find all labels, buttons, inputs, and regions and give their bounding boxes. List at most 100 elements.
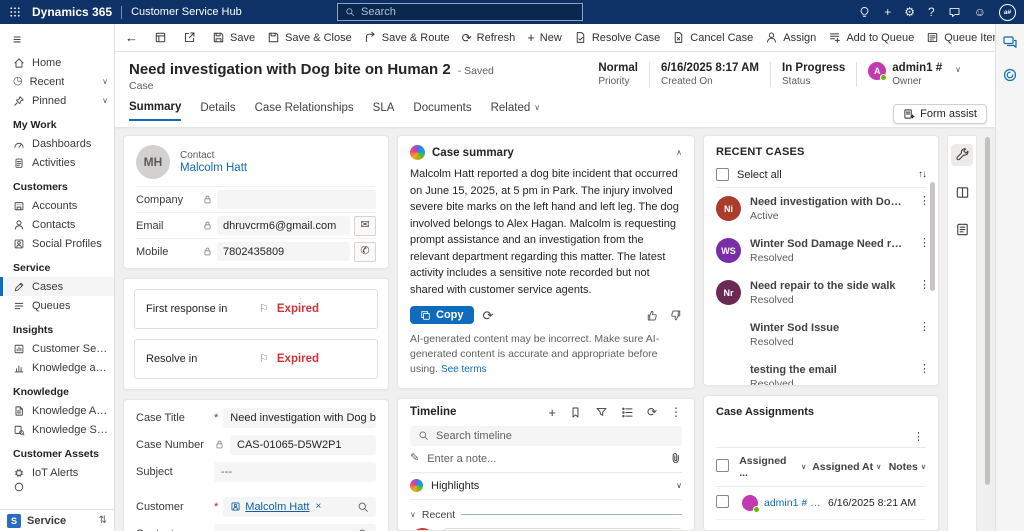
more-icon[interactable]: ⋮: [919, 322, 930, 333]
search-icon[interactable]: [357, 528, 369, 531]
waffle-menu-icon[interactable]: [0, 6, 30, 18]
case-number-input[interactable]: CAS-01065-D5W2P1: [230, 434, 376, 455]
global-search-input[interactable]: Search: [337, 3, 583, 21]
page-scrollbar[interactable]: [985, 135, 991, 531]
area-switcher[interactable]: S Service ⇅: [0, 509, 114, 531]
hamburger-menu-icon[interactable]: ≡: [0, 24, 114, 53]
sort-icon[interactable]: ↑↓: [918, 169, 927, 180]
feedback-chat-icon[interactable]: [948, 6, 961, 19]
sidebar-item-queues[interactable]: Queues: [0, 296, 114, 315]
refresh-icon[interactable]: ⟳: [647, 406, 657, 418]
sidebar-item-home[interactable]: Home: [0, 53, 114, 72]
cancel-case-button[interactable]: Cancel Case: [666, 28, 759, 47]
recent-case-row[interactable]: tt testing the email Resolved ⋮: [704, 356, 938, 386]
brand-title[interactable]: Dynamics 365: [32, 5, 112, 19]
smiley-icon[interactable]: ☺: [974, 6, 986, 18]
sidebar-item-activities[interactable]: Activities: [0, 153, 114, 172]
sidebar-item-knowledge-analytics[interactable]: Knowledge analyt...: [0, 358, 114, 377]
customer-lookup-link[interactable]: Malcolm Hatt: [245, 501, 309, 513]
chevron-down-icon[interactable]: ∨: [102, 77, 108, 86]
sort-settings-icon[interactable]: [621, 406, 634, 419]
recent-case-row[interactable]: Nr Need repair to the side walk Resolved…: [704, 272, 938, 314]
save-button[interactable]: Save: [206, 28, 261, 47]
sidebar-item-knowledge-articles[interactable]: Knowledge Articles: [0, 401, 114, 420]
teams-chat-icon[interactable]: [1002, 34, 1018, 50]
record-set-button[interactable]: [148, 28, 173, 47]
recent-group-header[interactable]: ∨ Recent: [410, 509, 682, 521]
more-icon[interactable]: ⋮: [919, 280, 930, 291]
send-email-button[interactable]: ✉: [354, 215, 376, 236]
timeline-search-input[interactable]: Search timeline: [410, 425, 682, 446]
recent-case-row[interactable]: WS Winter Sod Damage Need repair 4 Resol…: [704, 230, 938, 272]
assign-button[interactable]: Assign: [759, 28, 822, 47]
chevron-down-icon[interactable]: ∨: [955, 66, 961, 74]
assignee-link[interactable]: admin1 # (...: [764, 497, 822, 509]
more-icon[interactable]: ⋮: [718, 432, 924, 443]
customer-input[interactable]: Malcolm Hatt ×: [223, 496, 376, 517]
contact-name-link[interactable]: Malcolm Hatt: [180, 162, 247, 174]
email-value[interactable]: dhruvcrm6@gmail.com: [217, 216, 350, 235]
contact-input[interactable]: ---: [214, 523, 376, 531]
user-avatar[interactable]: a#: [999, 3, 1016, 21]
lightbulb-icon[interactable]: [858, 6, 871, 19]
copy-summary-button[interactable]: Copy: [410, 306, 474, 324]
more-icon[interactable]: ⋮: [919, 196, 930, 207]
select-all-checkbox[interactable]: [716, 168, 729, 181]
sidebar-item-partial[interactable]: [0, 482, 114, 492]
gear-icon[interactable]: ⚙: [904, 6, 915, 18]
owner-field[interactable]: A admin1 # Owner: [856, 62, 953, 87]
company-value[interactable]: [217, 190, 376, 209]
add-to-queue-button[interactable]: Add to Queue: [822, 28, 920, 47]
help-icon[interactable]: ?: [928, 6, 935, 18]
save-route-button[interactable]: Save & Route: [358, 28, 456, 47]
form-assist-button[interactable]: Form assist: [893, 104, 987, 124]
tab-case-relationships[interactable]: Case Relationships: [255, 101, 354, 121]
tab-details[interactable]: Details: [200, 101, 235, 121]
assignment-row[interactable]: admin1 # (... 6/16/2025 8:21 AM: [716, 487, 926, 520]
tab-summary[interactable]: Summary: [129, 101, 182, 121]
recent-case-row[interactable]: WS Winter Sod Issue Resolved ⋮: [704, 314, 938, 356]
more-icon[interactable]: ⋮: [919, 364, 930, 375]
highlights-section[interactable]: Highlights ∨: [410, 473, 682, 500]
tab-sla[interactable]: SLA: [373, 101, 395, 121]
more-icon[interactable]: ⋮: [919, 238, 930, 249]
app-name[interactable]: Customer Service Hub: [131, 6, 242, 18]
subject-input[interactable]: ---: [214, 461, 376, 482]
remove-customer-icon[interactable]: ×: [315, 501, 321, 512]
recent-case-row[interactable]: Ni Need investigation with Dog bite on .…: [704, 188, 938, 230]
resolve-case-button[interactable]: Resolve Case: [568, 28, 666, 47]
copilot-icon[interactable]: [1002, 67, 1018, 83]
sidebar-item-knowledge-search[interactable]: Knowledge Search: [0, 420, 114, 439]
call-phone-button[interactable]: ✆: [354, 241, 376, 262]
sidebar-item-dashboards[interactable]: Dashboards: [0, 134, 114, 153]
recent-cases-scrollbar[interactable]: [930, 182, 935, 377]
bookmark-icon[interactable]: [569, 406, 582, 419]
add-activity-icon[interactable]: +: [548, 406, 556, 419]
paperclip-icon[interactable]: [669, 452, 682, 465]
filter-icon[interactable]: [595, 406, 608, 419]
chevron-up-icon[interactable]: ∧: [676, 148, 682, 157]
save-close-button[interactable]: Save & Close: [261, 28, 358, 47]
column-assigned[interactable]: Assigned ... ∨: [739, 455, 806, 479]
sidebar-item-cases[interactable]: Cases: [0, 277, 114, 296]
case-title-input[interactable]: Need investigation with Dog bite on Huma…: [223, 407, 376, 428]
knowledge-pane-button[interactable]: [951, 181, 973, 203]
more-icon[interactable]: ⋮: [670, 406, 682, 418]
sidebar-item-iot-alerts[interactable]: IoT Alerts: [0, 463, 114, 482]
thumbs-down-icon[interactable]: [669, 309, 682, 322]
sidebar-item-accounts[interactable]: Accounts: [0, 196, 114, 215]
see-terms-link[interactable]: See terms: [441, 364, 487, 375]
enter-note-input[interactable]: ✎ Enter a note...: [410, 446, 682, 473]
refresh-button[interactable]: ⟳ Refresh: [456, 29, 522, 47]
select-all-checkbox[interactable]: [716, 459, 729, 472]
productivity-tools-button[interactable]: [951, 144, 973, 166]
popout-button[interactable]: [177, 28, 202, 47]
search-icon[interactable]: [357, 501, 369, 513]
column-notes[interactable]: Notes ∨: [889, 461, 926, 473]
tab-documents[interactable]: Documents: [413, 101, 471, 121]
column-assigned-at[interactable]: Assigned At ∨: [812, 461, 882, 473]
regenerate-icon[interactable]: ⟳: [483, 309, 494, 322]
chevron-down-icon[interactable]: ∨: [102, 96, 108, 105]
add-icon[interactable]: +: [884, 6, 891, 18]
tab-related[interactable]: Related ∨: [491, 101, 541, 121]
